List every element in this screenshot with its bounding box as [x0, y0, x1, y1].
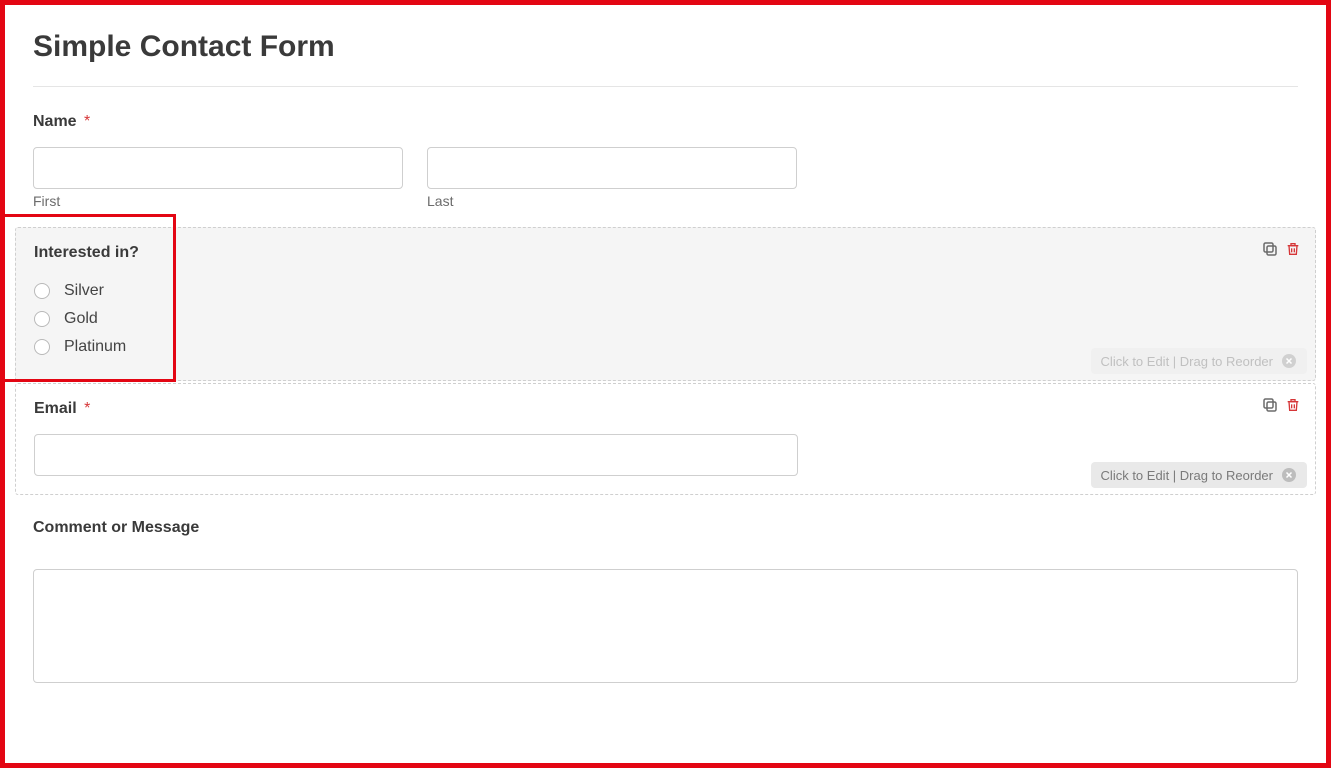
- interested-label: Interested in?: [34, 244, 1297, 262]
- email-label: Email *: [34, 400, 1297, 418]
- edit-hint: Click to Edit | Drag to Reorder: [1091, 462, 1307, 488]
- interested-field-block[interactable]: Interested in? Silver Gold Platinum Clic…: [15, 227, 1316, 381]
- first-name-input[interactable]: [33, 147, 403, 189]
- name-label: Name *: [33, 113, 1298, 131]
- name-label-text: Name: [33, 113, 77, 130]
- radio-label-platinum: Platinum: [64, 338, 126, 356]
- delete-icon[interactable]: [1285, 240, 1301, 258]
- field-actions: [1261, 240, 1301, 258]
- duplicate-icon[interactable]: [1261, 396, 1279, 414]
- comment-label: Comment or Message: [33, 519, 1298, 537]
- first-name-sublabel: First: [33, 193, 403, 209]
- comment-field: Comment or Message: [33, 519, 1298, 688]
- delete-icon[interactable]: [1285, 396, 1301, 414]
- email-input[interactable]: [34, 434, 798, 476]
- comment-textarea[interactable]: [33, 569, 1298, 683]
- last-name-sublabel: Last: [427, 193, 797, 209]
- name-field: Name * First Last: [33, 113, 1298, 209]
- radio-item[interactable]: Gold: [34, 306, 1297, 332]
- field-actions: [1261, 396, 1301, 414]
- form-title: Simple Contact Form: [33, 30, 1298, 64]
- radio-button[interactable]: [34, 339, 50, 355]
- edit-hint-text: Click to Edit | Drag to Reorder: [1101, 354, 1273, 369]
- radio-button[interactable]: [34, 283, 50, 299]
- name-input-row: First Last: [33, 147, 1298, 209]
- title-divider: [33, 86, 1298, 87]
- email-label-text: Email: [34, 400, 77, 417]
- last-name-col: Last: [427, 147, 797, 209]
- email-field-block[interactable]: Email * Click to Edit | Drag to Reorder: [15, 383, 1316, 495]
- edit-hint-text: Click to Edit | Drag to Reorder: [1101, 468, 1273, 483]
- dismiss-icon[interactable]: [1281, 467, 1297, 483]
- radio-label-silver: Silver: [64, 282, 104, 300]
- first-name-col: First: [33, 147, 403, 209]
- edit-hint-faded: Click to Edit | Drag to Reorder: [1091, 348, 1307, 374]
- radio-button[interactable]: [34, 311, 50, 327]
- form-builder-frame: Simple Contact Form Name * First Last: [0, 0, 1331, 768]
- radio-item[interactable]: Silver: [34, 278, 1297, 304]
- required-asterisk: *: [84, 113, 90, 130]
- required-asterisk: *: [84, 400, 90, 417]
- duplicate-icon[interactable]: [1261, 240, 1279, 258]
- email-input-wrap: [34, 434, 798, 476]
- last-name-input[interactable]: [427, 147, 797, 189]
- radio-label-gold: Gold: [64, 310, 98, 328]
- dismiss-icon[interactable]: [1281, 353, 1297, 369]
